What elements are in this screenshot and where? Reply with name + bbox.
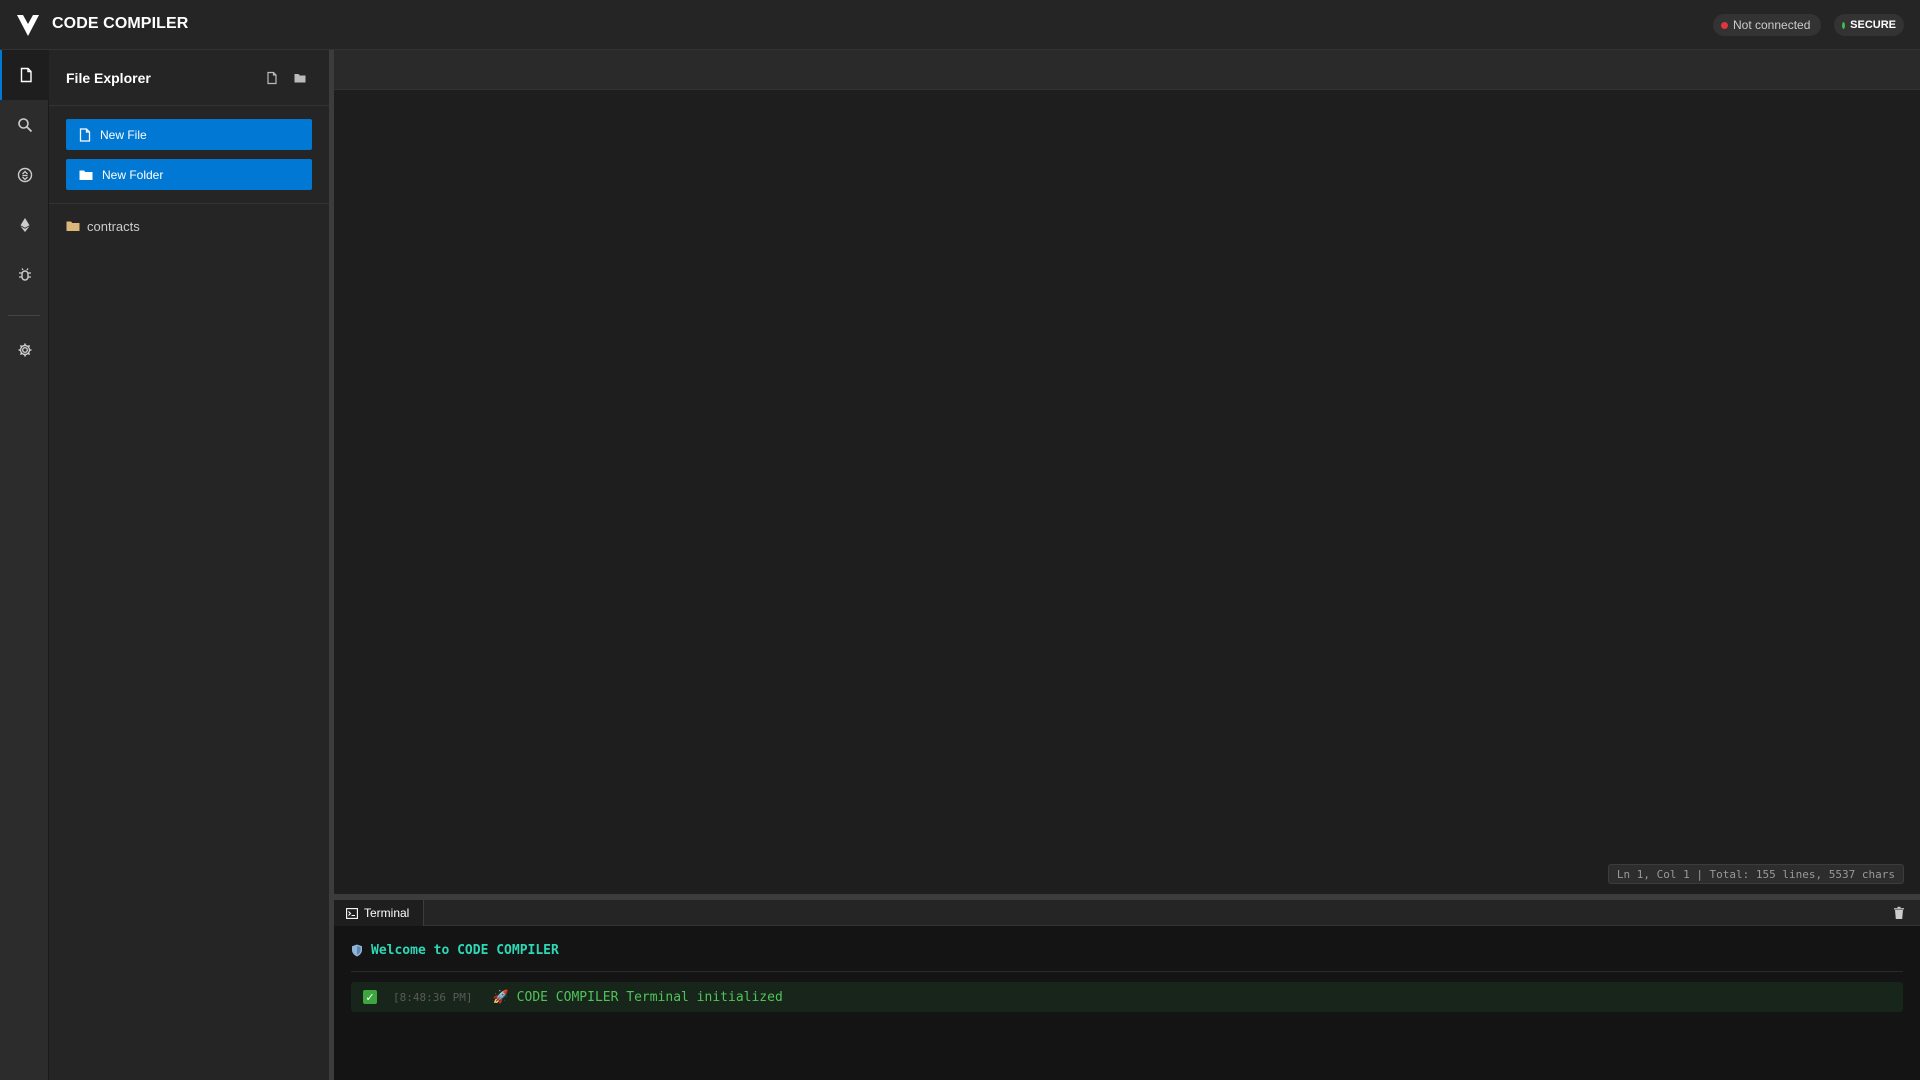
terminal-welcome: Welcome to CODE COMPILER (351, 943, 559, 958)
activity-explorer[interactable] (0, 50, 49, 100)
activity-bar (0, 50, 49, 1080)
ethereum-icon (20, 218, 29, 232)
log-message: CODE COMPILER Terminal initialized (516, 989, 783, 1005)
editor-tab-bar (334, 50, 1920, 90)
explorer-title: File Explorer (66, 70, 151, 86)
gear-icon (18, 343, 31, 357)
secure-badge-text: SECURE (1850, 19, 1896, 31)
terminal-tab-label: Terminal (364, 906, 410, 920)
new-folder-label: New Folder (102, 167, 164, 182)
folder-icon (79, 170, 93, 180)
cursor-status: Ln 1, Col 1 | Total: 155 lines, 5537 cha… (1607, 864, 1904, 884)
trash-icon[interactable] (1892, 906, 1906, 920)
explorer-header: File Explorer (49, 50, 329, 106)
tab-terminal[interactable]: Terminal (334, 900, 424, 926)
connection-status-badge[interactable]: Not connected (1713, 14, 1821, 36)
compile-icon (17, 167, 32, 183)
explorer-divider (49, 203, 329, 204)
log-timestamp: [8:48:36 PM] (393, 990, 473, 1004)
app-header: CODE COMPILER Not connected SECURE (0, 0, 1920, 50)
folder-icon (66, 221, 80, 231)
activity-compile[interactable] (0, 150, 49, 200)
logo-icon (17, 15, 39, 36)
terminal-icon (346, 907, 358, 919)
new-file-icon[interactable] (265, 71, 279, 85)
connection-status-text: Not connected (1733, 18, 1811, 32)
rocket-icon: 🚀 (492, 989, 509, 1005)
secure-badge: SECURE (1834, 14, 1904, 36)
terminal-header: Terminal (334, 900, 1920, 926)
new-folder-icon[interactable] (293, 71, 307, 85)
activity-debug[interactable] (0, 250, 49, 300)
app-title: CODE COMPILER (52, 15, 189, 32)
terminal-divider (351, 971, 1903, 972)
activity-divider (8, 315, 40, 316)
activity-search[interactable] (0, 100, 49, 150)
bug-icon (18, 268, 31, 281)
tree-item-label: contracts (87, 218, 140, 234)
secure-dot-icon (1842, 21, 1846, 29)
new-file-label: New File (100, 127, 147, 142)
code-editor[interactable]: Ln 1, Col 1 | Total: 155 lines, 5537 cha… (334, 90, 1920, 894)
file-explorer-panel: File Explorer New File New Folder contra… (49, 50, 329, 1080)
activity-settings[interactable] (0, 325, 49, 375)
terminal-output[interactable]: Welcome to CODE COMPILER ✓ [8:48:36 PM] … (334, 926, 1920, 1080)
terminal-welcome-text: Welcome to CODE COMPILER (371, 943, 559, 958)
shield-icon (352, 944, 362, 957)
file-icon (79, 127, 91, 142)
terminal-log-line: ✓ [8:48:36 PM] 🚀 CODE COMPILER Terminal … (351, 982, 1903, 1012)
search-icon (17, 118, 32, 133)
tree-folder-contracts[interactable]: contracts (66, 216, 140, 236)
new-folder-button[interactable]: New Folder (66, 159, 312, 190)
new-file-button[interactable]: New File (66, 119, 312, 150)
status-dot-icon (1721, 21, 1728, 29)
file-icon (20, 67, 32, 83)
activity-deploy[interactable] (0, 200, 49, 250)
check-icon: ✓ (363, 990, 377, 1004)
